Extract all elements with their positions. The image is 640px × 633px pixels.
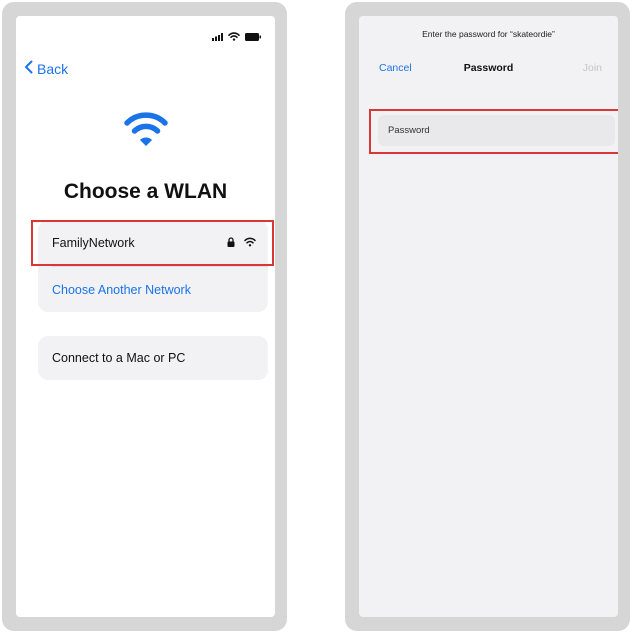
page-title: Choose a WLAN	[63, 180, 228, 203]
password-screen: Enter the password for “skateordie” Canc…	[359, 16, 618, 617]
signal-icon	[212, 28, 223, 46]
password-highlight	[369, 109, 618, 154]
wifi-icon	[228, 28, 240, 46]
chevron-left-icon	[24, 60, 33, 77]
network-name: FamilyNetwork	[52, 236, 135, 250]
back-label: Back	[37, 60, 69, 77]
lock-icon	[227, 236, 235, 250]
wifi-hero-icon	[123, 108, 169, 153]
battery-icon	[245, 28, 261, 46]
network-list: FamilyNetwork Choose Another Network	[31, 220, 274, 312]
back-button[interactable]: Back	[24, 60, 68, 77]
status-bar	[212, 28, 261, 46]
password-prompt: Enter the password for “skateordie”	[422, 29, 555, 39]
phone-frame-right: Enter the password for “skateordie” Canc…	[345, 2, 630, 631]
wifi-icon	[244, 236, 256, 250]
join-button[interactable]: Join	[583, 62, 602, 74]
nav-bar: Cancel Password Join	[359, 60, 618, 78]
network-row-familynetwork[interactable]: FamilyNetwork	[31, 220, 274, 266]
nav-title: Password	[463, 62, 514, 74]
wlan-screen: Back Choose a WLAN FamilyNetwork Choose …	[16, 16, 275, 617]
password-input[interactable]	[378, 115, 615, 146]
choose-another-network-link[interactable]: Choose Another Network	[38, 267, 268, 312]
phone-frame-left: Back Choose a WLAN FamilyNetwork Choose …	[2, 2, 287, 631]
connect-to-mac-or-pc-button[interactable]: Connect to a Mac or PC	[38, 336, 268, 380]
